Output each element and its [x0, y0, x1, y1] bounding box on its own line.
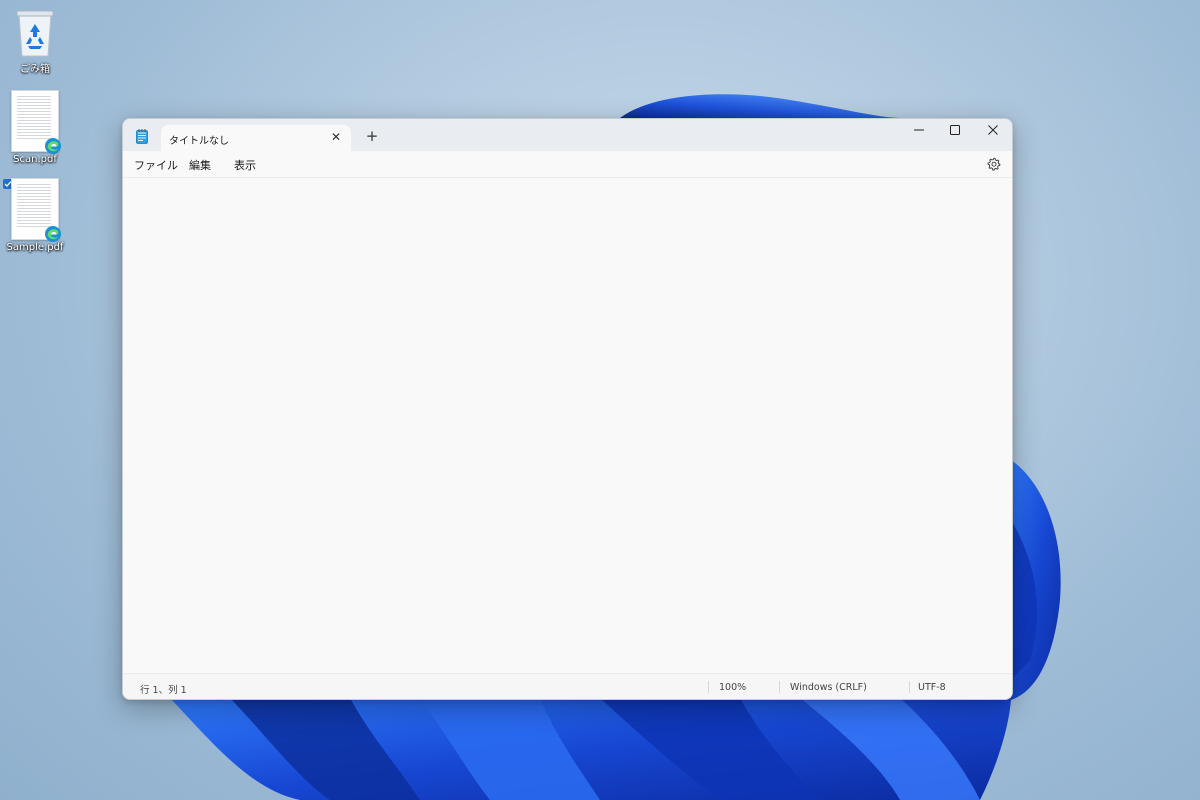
- gear-icon: [987, 157, 1001, 171]
- status-line-ending[interactable]: Windows (CRLF): [790, 682, 867, 693]
- text-editor[interactable]: [123, 178, 1012, 672]
- desktop-icon-label: ごみ箱: [20, 64, 50, 75]
- close-icon: [988, 125, 998, 135]
- desktop-icon-scan-pdf[interactable]: Scan.pdf: [2, 90, 68, 165]
- status-cursor-position: 行 1、列 1: [140, 685, 187, 696]
- menu-view[interactable]: 表示: [234, 157, 256, 173]
- notepad-icon: [136, 129, 148, 144]
- tab-close-button[interactable]: ✕: [329, 130, 343, 144]
- settings-button[interactable]: [987, 156, 1001, 171]
- tab-untitled[interactable]: タイトルなし ✕: [161, 125, 351, 152]
- new-tab-button[interactable]: +: [363, 127, 381, 145]
- desktop-icon-recycle-bin[interactable]: ごみ箱: [2, 6, 68, 75]
- status-encoding[interactable]: UTF-8: [918, 682, 946, 693]
- status-divider: [779, 681, 780, 693]
- recycle-bin-icon: [13, 6, 57, 58]
- minimize-icon: [914, 129, 924, 131]
- status-divider: [909, 681, 910, 693]
- menu-bar: ファイル 編集 表示: [123, 151, 1012, 178]
- close-button[interactable]: [975, 119, 1011, 141]
- desktop-icon-label: Scan.pdf: [13, 154, 57, 165]
- desktop-icon-label: Sample.pdf: [6, 242, 64, 253]
- desktop-icon-sample-pdf[interactable]: Sample.pdf: [2, 178, 68, 253]
- minimize-button[interactable]: [901, 119, 937, 141]
- status-divider: [708, 681, 709, 693]
- desktop: ごみ箱 Scan.pdf Sample.pdf タイトルなし ✕ + ファイル …: [0, 0, 1200, 800]
- status-bar: 行 1、列 1 100% Windows (CRLF) UTF-8: [123, 673, 1012, 699]
- title-bar[interactable]: タイトルなし ✕ +: [123, 119, 1012, 152]
- tab-title: タイトルなし: [169, 136, 229, 147]
- notepad-window: タイトルなし ✕ + ファイル 編集 表示 行 1、列 1 100% Windo…: [122, 118, 1013, 700]
- menu-edit[interactable]: 編集: [189, 157, 211, 173]
- edge-badge-icon: [45, 138, 61, 154]
- maximize-icon: [950, 125, 960, 135]
- menu-file[interactable]: ファイル: [134, 157, 178, 173]
- pdf-file-icon: [11, 90, 61, 154]
- status-zoom[interactable]: 100%: [719, 682, 746, 693]
- pdf-file-icon: [11, 178, 61, 242]
- edge-badge-icon: [45, 226, 61, 242]
- maximize-button[interactable]: [937, 119, 973, 141]
